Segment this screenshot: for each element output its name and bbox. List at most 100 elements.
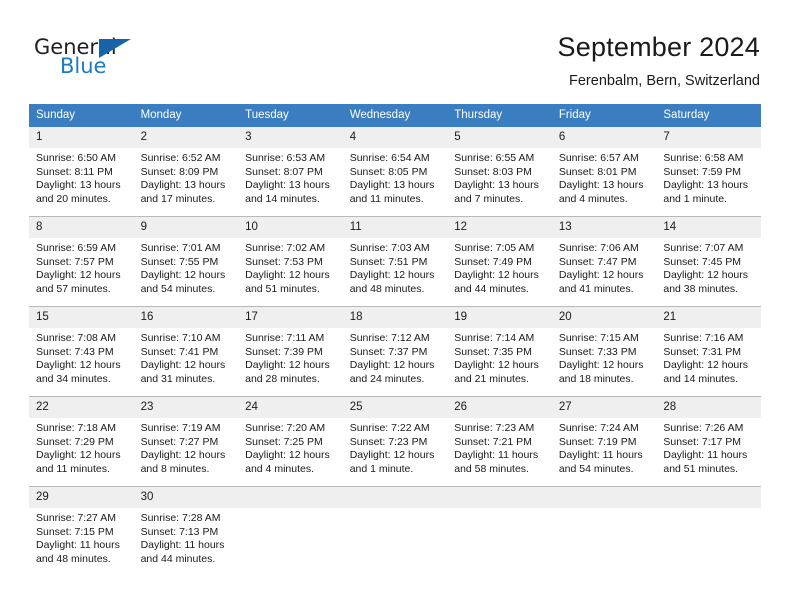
day-number: 21 [656, 307, 761, 328]
day-cell[interactable]: 27 Sunrise: 7:24 AM Sunset: 7:19 PM Dayl… [551, 396, 657, 487]
day-cell[interactable]: 28 Sunrise: 7:26 AM Sunset: 7:17 PM Dayl… [656, 396, 761, 487]
day-cell[interactable]: 17 Sunrise: 7:11 AM Sunset: 7:39 PM Dayl… [238, 306, 343, 397]
day-number: 10 [238, 217, 343, 238]
week-row: 22 Sunrise: 7:18 AM Sunset: 7:29 PM Dayl… [29, 396, 761, 487]
daylight-text-line2: and 17 minutes. [140, 192, 216, 205]
day-cell[interactable]: 19 Sunrise: 7:14 AM Sunset: 7:35 PM Dayl… [447, 306, 552, 397]
day-cell[interactable]: 7 Sunrise: 6:58 AM Sunset: 7:59 PM Dayli… [656, 127, 761, 217]
daylight-text-line2: and 8 minutes. [140, 462, 210, 475]
daylight-text-line2: and 14 minutes. [245, 192, 320, 205]
page-header: General Blue September 2024 Ferenbalm, B… [0, 0, 792, 100]
daylight-text-line1: Daylight: 11 hours [558, 449, 643, 462]
sunrise-text: Sunrise: 7:22 AM [349, 422, 430, 434]
day-number: 22 [29, 397, 134, 418]
column-header-thursday: Thursday [447, 104, 552, 127]
generalblue-logo[interactable]: General Blue [34, 36, 214, 84]
sunrise-text: Sunrise: 7:20 AM [245, 422, 326, 434]
day-number [551, 487, 657, 508]
daylight-text-line1: Daylight: 12 hours [140, 269, 226, 282]
sunset-text: Sunset: 7:23 PM [349, 435, 428, 448]
day-cell[interactable]: 5 Sunrise: 6:55 AM Sunset: 8:03 PM Dayli… [447, 127, 552, 217]
daylight-text-line1: Daylight: 13 hours [663, 179, 749, 192]
day-cell[interactable]: 18 Sunrise: 7:12 AM Sunset: 7:37 PM Dayl… [342, 306, 448, 397]
sunrise-text: Sunrise: 7:12 AM [349, 332, 430, 344]
daylight-text-line2: and 48 minutes. [349, 282, 425, 295]
day-number [656, 487, 761, 508]
calendar-header-row: Sunday Monday Tuesday Wednesday Thursday… [29, 104, 761, 127]
day-cell[interactable]: 8 Sunrise: 6:59 AM Sunset: 7:57 PM Dayli… [29, 216, 134, 307]
day-number [238, 487, 343, 508]
day-details: Sunrise: 7:10 AM Sunset: 7:41 PM Dayligh… [134, 328, 239, 386]
daylight-text-line2: and 54 minutes. [140, 282, 216, 295]
day-number: 24 [238, 397, 343, 418]
day-number: 14 [656, 217, 761, 238]
day-cell[interactable]: 3 Sunrise: 6:53 AM Sunset: 8:07 PM Dayli… [238, 127, 343, 217]
sunrise-text: Sunrise: 7:03 AM [349, 242, 430, 254]
daylight-text-line1: Daylight: 12 hours [245, 359, 330, 372]
day-cell[interactable]: 15 Sunrise: 7:08 AM Sunset: 7:43 PM Dayl… [29, 306, 134, 397]
day-cell[interactable]: 11 Sunrise: 7:03 AM Sunset: 7:51 PM Dayl… [342, 216, 448, 307]
daylight-text-line2: and 24 minutes. [349, 372, 425, 385]
daylight-text-line2: and 11 minutes. [349, 192, 424, 205]
sunrise-text: Sunrise: 6:58 AM [663, 152, 744, 164]
day-details: Sunrise: 7:28 AM Sunset: 7:13 PM Dayligh… [134, 508, 239, 566]
sunset-text: Sunset: 7:35 PM [454, 345, 532, 358]
day-cell[interactable]: 1 Sunrise: 6:50 AM Sunset: 8:11 PM Dayli… [29, 127, 134, 217]
day-cell[interactable]: 2 Sunrise: 6:52 AM Sunset: 8:09 PM Dayli… [133, 127, 239, 217]
sunrise-text: Sunrise: 7:24 AM [558, 422, 639, 434]
sunset-text: Sunset: 8:05 PM [349, 165, 428, 178]
daylight-text-line1: Daylight: 12 hours [454, 359, 539, 372]
day-details: Sunrise: 7:15 AM Sunset: 7:33 PM Dayligh… [552, 328, 657, 386]
daylight-text-line1: Daylight: 12 hours [245, 269, 330, 282]
sunrise-text: Sunrise: 6:59 AM [36, 242, 116, 254]
day-cell[interactable]: 6 Sunrise: 6:57 AM Sunset: 8:01 PM Dayli… [551, 127, 657, 217]
daylight-text-line1: Daylight: 12 hours [36, 269, 121, 282]
daylight-text-line2: and 34 minutes. [36, 372, 111, 385]
daylight-text-line1: Daylight: 13 hours [558, 179, 644, 192]
day-cell[interactable]: 14 Sunrise: 7:07 AM Sunset: 7:45 PM Dayl… [656, 216, 761, 307]
day-cell[interactable]: 9 Sunrise: 7:01 AM Sunset: 7:55 PM Dayli… [133, 216, 239, 307]
sunset-text: Sunset: 7:31 PM [663, 345, 742, 358]
day-cell[interactable]: 23 Sunrise: 7:19 AM Sunset: 7:27 PM Dayl… [133, 396, 239, 487]
day-cell[interactable]: 30 Sunrise: 7:28 AM Sunset: 7:13 PM Dayl… [133, 486, 239, 576]
daylight-text-line1: Daylight: 12 hours [245, 449, 330, 462]
day-cell[interactable]: 13 Sunrise: 7:06 AM Sunset: 7:47 PM Dayl… [551, 216, 657, 307]
day-cell-empty [238, 486, 343, 576]
day-cell[interactable]: 24 Sunrise: 7:20 AM Sunset: 7:25 PM Dayl… [238, 396, 343, 487]
sunrise-text: Sunrise: 7:07 AM [663, 242, 744, 254]
day-cell[interactable]: 4 Sunrise: 6:54 AM Sunset: 8:05 PM Dayli… [342, 127, 448, 217]
day-number: 6 [551, 127, 657, 148]
sunrise-text: Sunrise: 6:50 AM [36, 152, 116, 164]
day-details: Sunrise: 7:11 AM Sunset: 7:39 PM Dayligh… [238, 328, 343, 386]
day-cell[interactable]: 25 Sunrise: 7:22 AM Sunset: 7:23 PM Dayl… [342, 396, 448, 487]
day-details: Sunrise: 7:02 AM Sunset: 7:53 PM Dayligh… [238, 238, 343, 296]
daylight-text-line2: and 44 minutes. [454, 282, 529, 295]
day-cell[interactable]: 20 Sunrise: 7:15 AM Sunset: 7:33 PM Dayl… [551, 306, 657, 397]
daylight-text-line2: and 4 minutes. [245, 462, 315, 475]
week-row: 8 Sunrise: 6:59 AM Sunset: 7:57 PM Dayli… [29, 216, 761, 307]
sunset-text: Sunset: 7:55 PM [140, 255, 219, 268]
day-number: 15 [29, 307, 134, 328]
day-details: Sunrise: 6:57 AM Sunset: 8:01 PM Dayligh… [552, 148, 657, 206]
day-cell[interactable]: 29 Sunrise: 7:27 AM Sunset: 7:15 PM Dayl… [29, 486, 134, 576]
day-number: 4 [342, 127, 448, 148]
day-number: 9 [133, 217, 239, 238]
day-cell[interactable]: 10 Sunrise: 7:02 AM Sunset: 7:53 PM Dayl… [238, 216, 343, 307]
day-cell[interactable]: 26 Sunrise: 7:23 AM Sunset: 7:21 PM Dayl… [447, 396, 552, 487]
day-cell[interactable]: 22 Sunrise: 7:18 AM Sunset: 7:29 PM Dayl… [29, 396, 134, 487]
sunset-text: Sunset: 8:09 PM [140, 165, 219, 178]
week-row: 15 Sunrise: 7:08 AM Sunset: 7:43 PM Dayl… [29, 306, 761, 397]
daylight-text-line1: Daylight: 13 hours [36, 179, 121, 192]
day-number: 18 [342, 307, 448, 328]
sunrise-text: Sunrise: 7:06 AM [558, 242, 639, 254]
day-cell[interactable]: 21 Sunrise: 7:16 AM Sunset: 7:31 PM Dayl… [656, 306, 761, 397]
day-number: 11 [342, 217, 448, 238]
day-details: Sunrise: 7:23 AM Sunset: 7:21 PM Dayligh… [447, 418, 552, 476]
sunset-text: Sunset: 8:07 PM [245, 165, 323, 178]
sunrise-text: Sunrise: 7:14 AM [454, 332, 535, 344]
day-cell[interactable]: 12 Sunrise: 7:05 AM Sunset: 7:49 PM Dayl… [447, 216, 552, 307]
day-cell[interactable]: 16 Sunrise: 7:10 AM Sunset: 7:41 PM Dayl… [133, 306, 239, 397]
sunset-text: Sunset: 7:17 PM [663, 435, 742, 448]
day-details: Sunrise: 7:08 AM Sunset: 7:43 PM Dayligh… [29, 328, 134, 386]
daylight-text-line1: Daylight: 13 hours [454, 179, 539, 192]
